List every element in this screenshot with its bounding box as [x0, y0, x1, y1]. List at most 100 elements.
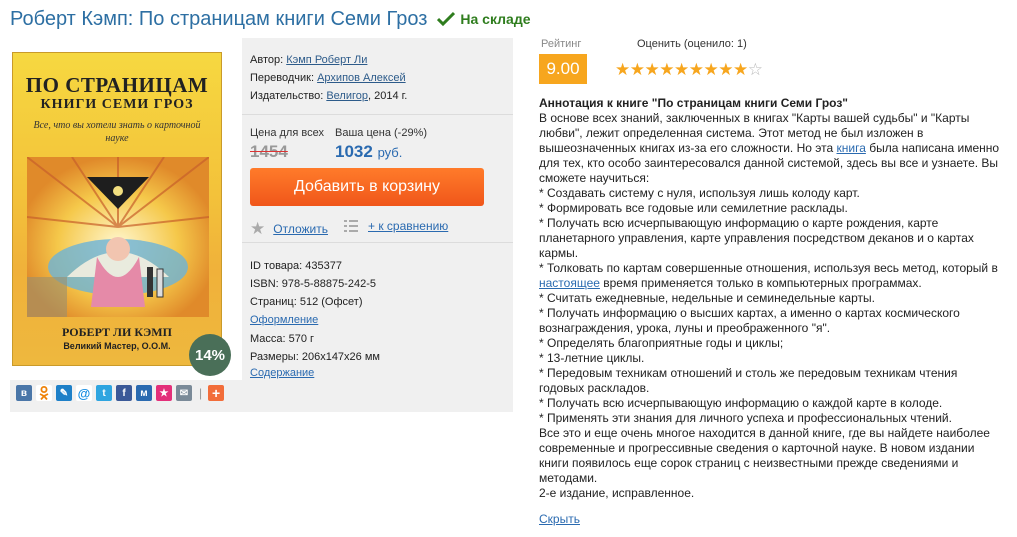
- stock-status-label: На складе: [460, 11, 531, 27]
- product-card: ПО СТРАНИЦАМ КНИГИ СЕМИ ГРОЗ Все, что вы…: [10, 38, 513, 412]
- list-icon: [344, 220, 358, 232]
- new-price: 1032 руб.: [335, 142, 402, 162]
- annotation-item: * Получать всю исчерпывающую информацию …: [539, 216, 974, 260]
- rating-star-icon[interactable]: ★: [718, 60, 733, 79]
- publisher-link[interactable]: Велигор: [326, 90, 368, 102]
- plus-icon[interactable]: +: [208, 385, 225, 401]
- publisher-year: , 2014 г.: [368, 90, 408, 102]
- add-to-cart-button[interactable]: Добавить в корзину: [250, 168, 484, 206]
- moi-mir-icon[interactable]: м: [136, 385, 152, 401]
- annotation-text: * Толковать по картам совершенные отноше…: [539, 261, 998, 275]
- contents-link[interactable]: Содержание: [250, 367, 314, 379]
- rating-star-icon[interactable]: ★: [659, 60, 674, 79]
- list-price-label: Цена для всех: [250, 127, 324, 139]
- book-link[interactable]: книга: [837, 141, 866, 155]
- facebook-icon[interactable]: f: [116, 385, 132, 401]
- livejournal-icon[interactable]: ✎: [56, 385, 72, 401]
- cover-author: РОБЕРТ ЛИ КЭМП: [62, 325, 172, 339]
- id-label: ID товара:: [250, 260, 303, 272]
- star-icon: ★: [250, 219, 266, 238]
- publisher-row: Издательство: Велигор, 2014 г.: [250, 90, 407, 102]
- defer-link[interactable]: Отложить: [273, 222, 328, 236]
- rating-stars[interactable]: ★★★★★★★★★☆: [615, 60, 763, 80]
- currency: руб.: [377, 145, 403, 160]
- rating-star-icon[interactable]: ★: [645, 60, 660, 79]
- rating-star-icon[interactable]: ★: [615, 60, 630, 79]
- annotation-item: * Толковать по картам совершенные отноше…: [539, 261, 1005, 291]
- rating-star-icon[interactable]: ☆: [748, 60, 763, 79]
- translator-label: Переводчик:: [250, 72, 315, 84]
- pages-row: Страниц: 512 (Офсет): [250, 296, 363, 308]
- page-title: Роберт Кэмп: По страницам книги Семи Гро…: [10, 7, 428, 30]
- cover-title-line1: ПО СТРАНИЦАМ: [25, 73, 209, 97]
- bookmark-star-icon[interactable]: ★: [156, 385, 172, 401]
- title-row: Роберт Кэмп: По страницам книги Семи Гро…: [10, 6, 531, 32]
- annotation-paragraph: Все это и еще очень многое находится в д…: [539, 426, 990, 485]
- vk-icon[interactable]: в: [16, 385, 32, 401]
- contents-row: Содержание: [250, 367, 314, 379]
- book-cover-image[interactable]: ПО СТРАНИЦАМ КНИГИ СЕМИ ГРОЗ Все, что вы…: [12, 52, 222, 366]
- size-row: Размеры: 206x147x26 мм: [250, 351, 380, 363]
- old-price: 1454: [250, 142, 288, 161]
- new-price-value: 1032: [335, 142, 373, 161]
- share-bar: в ✎ @ t f м ★ ✉ | +: [16, 385, 228, 401]
- odnoklassniki-icon[interactable]: [36, 385, 52, 401]
- pages-value: 512 (Офсет): [299, 296, 363, 308]
- isbn-value: 978-5-88875-242-5: [281, 278, 376, 290]
- size-label: Размеры:: [250, 351, 299, 363]
- email-icon[interactable]: ✉: [176, 385, 192, 401]
- present-link[interactable]: настоящее: [539, 276, 600, 290]
- design-link[interactable]: Оформление: [250, 314, 318, 326]
- annotation-item: * Создавать систему с нуля, используя ли…: [539, 186, 860, 200]
- author-row: Автор: Кэмп Роберт Ли: [250, 54, 367, 66]
- stock-status: На складе: [437, 11, 531, 27]
- annotation-item: * Передовым техникам отношений и столь ж…: [539, 366, 958, 395]
- cover-title-line2: КНИГИ СЕМИ ГРОЗ: [40, 97, 194, 112]
- annotation-item: * 13-летние циклы.: [539, 351, 645, 365]
- annotation-item: * Определять благоприятные годы и циклы;: [539, 336, 784, 350]
- rating-star-icon[interactable]: ★: [674, 60, 689, 79]
- annotation-item: * Получать информацию о высших картах, а…: [539, 306, 960, 335]
- id-row: ID товара: 435377: [250, 260, 342, 272]
- rating-star-icon[interactable]: ★: [704, 60, 719, 79]
- rating-label: Рейтинг: [541, 38, 582, 50]
- annotation-heading: Аннотация к книге "По страницам книги Се…: [539, 96, 848, 110]
- rating-star-icon[interactable]: ★: [689, 60, 704, 79]
- share-separator: |: [199, 386, 203, 400]
- annotation-paragraph: 2-е издание, исправленное.: [539, 486, 695, 500]
- book-cover-area[interactable]: ПО СТРАНИЦАМ КНИГИ СЕМИ ГРОЗ Все, что вы…: [10, 38, 242, 380]
- mail-at-icon[interactable]: @: [76, 385, 92, 401]
- design-row: Оформление: [250, 314, 318, 326]
- compare-action[interactable]: + к сравнению: [344, 219, 448, 233]
- size-value: 206x147x26 мм: [301, 351, 380, 363]
- rate-label: Оценить (оценило: 1): [637, 38, 747, 50]
- divider: [242, 114, 513, 115]
- annotation: Аннотация к книге "По страницам книги Се…: [539, 96, 1005, 501]
- compare-link[interactable]: + к сравнению: [368, 219, 448, 233]
- author-link[interactable]: Кэмп Роберт Ли: [286, 54, 367, 66]
- defer-action[interactable]: ★ Отложить: [250, 219, 328, 239]
- mass-value: 570 г: [288, 333, 315, 345]
- mass-label: Масса:: [250, 333, 286, 345]
- rating-value: 9.00: [539, 54, 587, 84]
- annotation-item: * Получать всю исчерпывающую информацию …: [539, 396, 943, 410]
- annotation-item: * Применять эти знания для личного успех…: [539, 411, 952, 425]
- hide-link[interactable]: Скрыть: [539, 512, 580, 526]
- rating-star-icon[interactable]: ★: [733, 60, 748, 79]
- annotation-item: * Формировать все годовые или семилетние…: [539, 201, 848, 215]
- author-label: Автор:: [250, 54, 284, 66]
- annotation-intro: В основе всех знаний, заключенных в книг…: [539, 111, 1005, 186]
- annotation-text: время применяется только в компьютерных …: [599, 276, 922, 290]
- checkmark-icon: [437, 11, 456, 27]
- rating-star-icon[interactable]: ★: [630, 60, 645, 79]
- translator-link[interactable]: Архипов Алексей: [317, 72, 406, 84]
- discount-badge: 14%: [189, 334, 231, 376]
- cover-illustration: [27, 157, 209, 317]
- id-value: 435377: [305, 260, 342, 272]
- divider: [242, 242, 513, 243]
- cover-subtitle: Все, что вы хотели знать о карточной нау…: [33, 120, 201, 144]
- twitter-icon[interactable]: t: [96, 385, 112, 401]
- isbn-label: ISBN:: [250, 278, 279, 290]
- publisher-label: Издательство:: [250, 90, 324, 102]
- annotation-item: * Считать ежедневные, недельные и семине…: [539, 291, 875, 305]
